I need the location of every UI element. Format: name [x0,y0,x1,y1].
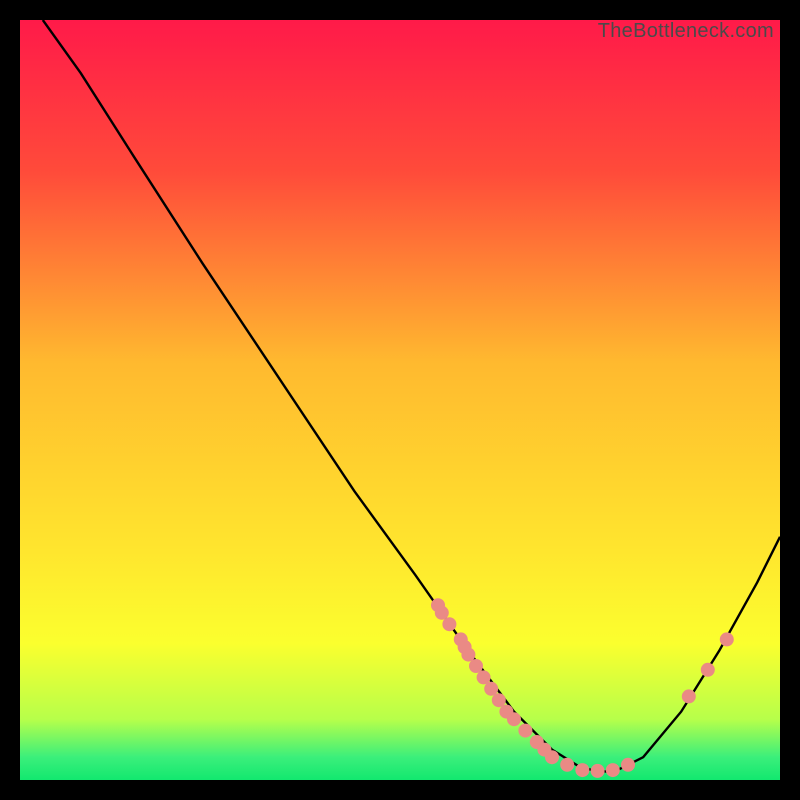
data-point [435,606,449,620]
data-point [560,758,574,772]
data-point [492,693,506,707]
watermark-text: TheBottleneck.com [598,20,774,43]
data-point [518,724,532,738]
data-point [477,670,491,684]
data-point [461,648,475,662]
data-point [469,659,483,673]
data-point [606,763,620,777]
data-point [621,758,635,772]
data-point [701,663,715,677]
data-point [720,632,734,646]
data-point [545,750,559,764]
data-point [682,689,696,703]
data-point [484,682,498,696]
data-point [591,764,605,778]
chart-frame: TheBottleneck.com [20,20,780,780]
data-point [575,763,589,777]
data-point [507,712,521,726]
gradient-background [20,20,780,780]
data-point [442,617,456,631]
chart-svg [20,20,780,780]
